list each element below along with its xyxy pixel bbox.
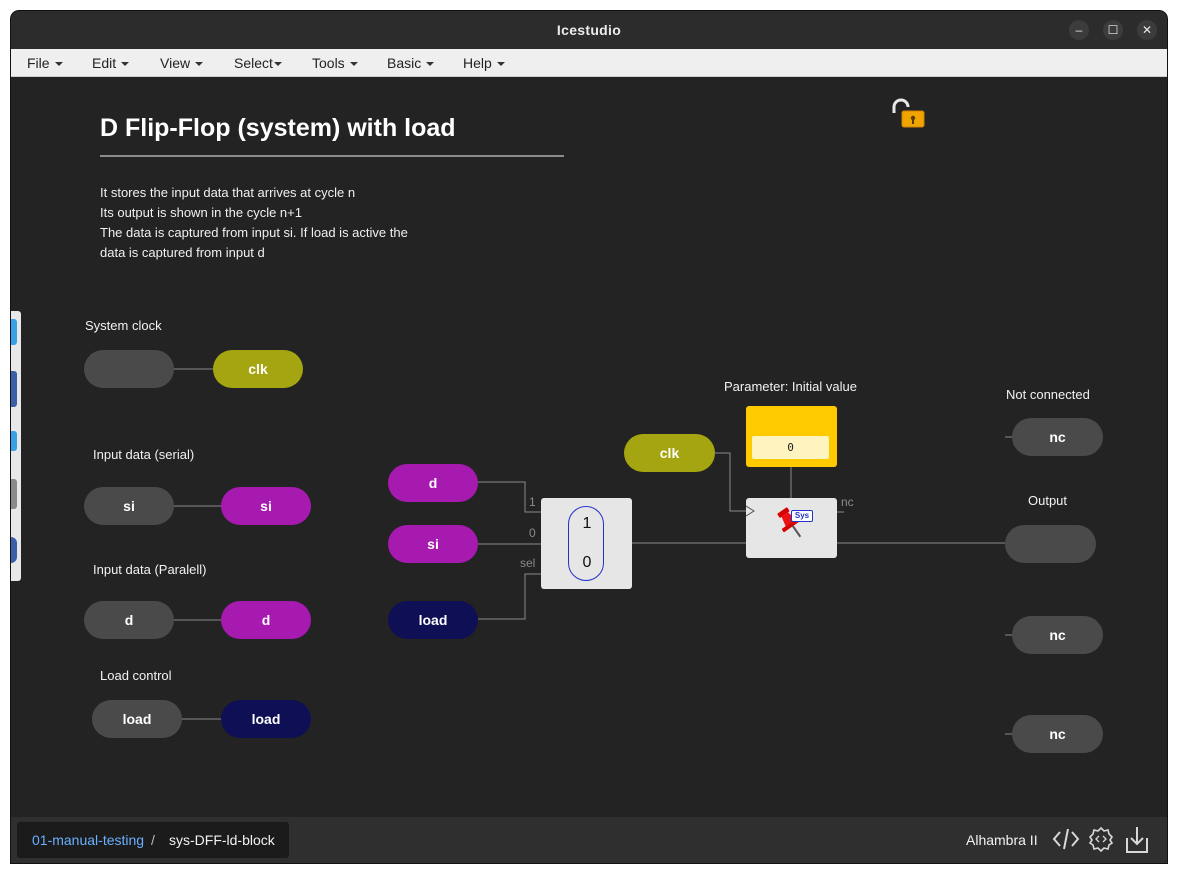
menu-select-label: Select [234,55,273,71]
clk-mid-block[interactable]: clk [624,434,715,472]
description-line-4: data is captured from input d [100,245,265,260]
mux-pin-0: 0 [529,526,536,540]
status-bar: 01-manual-testing / sys-DFF-ld-block Alh… [11,817,1167,863]
load-input-block[interactable]: load [92,700,182,738]
window-title: Icestudio [556,22,622,38]
description-line-2: Its output is shown in the cycle n+1 [100,205,302,220]
label-not-connected: Not connected [1006,387,1090,402]
d-mid-block[interactable]: d [388,464,478,502]
label-load-control: Load control [100,668,172,683]
chevron-down-icon [121,62,130,67]
chevron-down-icon [273,62,282,67]
heading-divider [100,155,564,157]
si-input-block[interactable]: si [84,487,174,525]
menu-help-label: Help [463,55,492,71]
menu-view[interactable]: View [160,55,204,71]
clk-label-block[interactable]: clk [213,350,303,388]
minimize-button[interactable]: – [1069,20,1089,40]
load-mid-block[interactable]: load [388,601,478,639]
nc-block-3[interactable]: nc [1012,715,1103,753]
description-line-3: The data is captured from input si. If l… [100,225,408,240]
menu-basic[interactable]: Basic [387,55,435,71]
chevron-down-icon [426,62,435,67]
clk-input-block[interactable] [84,350,174,388]
initial-value-input[interactable]: 0 [752,436,829,459]
menu-file[interactable]: File [27,55,63,71]
si-mid-block[interactable]: si [388,525,478,563]
menu-view-label: View [160,55,191,71]
sys-badge: Sys [791,510,813,522]
label-input-parallel: Input data (Paralell) [93,562,207,577]
title-bar: Icestudio – ☐ ✕ [11,11,1167,49]
chevron-down-icon [349,62,358,67]
load-label-block[interactable]: load [221,700,311,738]
board-selector[interactable]: Alhambra II [966,832,1038,848]
menu-file-label: File [27,55,50,71]
design-canvas[interactable]: D Flip-Flop (system) with load It stores… [11,77,1167,817]
mux-top-value: 1 [582,515,592,532]
drawer-icon-2 [11,371,17,407]
comment-heading: D Flip-Flop (system) with load [100,114,456,142]
mux-bottom-value: 0 [582,554,592,571]
description-line-1: It stores the input data that arrives at… [100,185,356,200]
chevron-down-icon [54,62,63,67]
label-output: Output [1028,493,1068,508]
menu-bar: File Edit View Select Tools Basic Help [11,49,1167,77]
maximize-button[interactable]: ☐ [1103,20,1123,40]
mux-pin-sel: sel [520,556,536,570]
dff-system-block[interactable]: Sys [746,498,837,558]
mux-block[interactable]: 1 0 [541,498,632,589]
mux-pin-1: 1 [529,495,536,509]
pushpin-icon [746,505,802,538]
drawer-icon-3 [11,431,17,451]
chevron-down-icon [195,62,204,67]
breadcrumb: 01-manual-testing / sys-DFF-ld-block [17,822,289,858]
nc-block-top[interactable]: nc [1012,418,1103,456]
mux-symbol: 1 0 [568,506,604,581]
lock-open-icon[interactable] [890,97,926,133]
drawer-icon-5 [11,537,17,563]
nc-block-2[interactable]: nc [1012,616,1103,654]
initial-value-parameter[interactable]: 0 [746,406,837,467]
close-button[interactable]: ✕ [1137,20,1157,40]
breadcrumb-separator: / [151,832,155,848]
d-input-block[interactable]: d [84,601,174,639]
side-drawer-tab[interactable] [11,311,21,581]
dff-nc-pin: nc [841,495,854,509]
d-label-block[interactable]: d [221,601,311,639]
breadcrumb-project[interactable]: 01-manual-testing [32,832,144,848]
settings-cog-icon[interactable] [1088,826,1114,852]
label-parameter: Parameter: Initial value [724,379,857,394]
menu-edit-label: Edit [92,55,117,71]
menu-edit[interactable]: Edit [92,55,130,71]
menu-select[interactable]: Select [234,55,282,71]
menu-tools[interactable]: Tools [312,55,358,71]
menu-help[interactable]: Help [463,55,505,71]
output-block[interactable] [1005,525,1096,563]
menu-tools-label: Tools [312,55,345,71]
menu-basic-label: Basic [387,55,422,71]
label-system-clock: System clock [85,318,162,333]
wire-clk-dff [715,452,746,512]
app-window: Icestudio – ☐ ✕ File Edit View Select To… [11,11,1167,863]
drawer-icon-1 [11,319,17,345]
drawer-icon-4 [11,479,17,509]
si-label-block[interactable]: si [221,487,311,525]
code-icon[interactable] [1052,826,1080,852]
chevron-down-icon [496,62,505,67]
download-icon[interactable] [1125,826,1149,854]
breadcrumb-current: sys-DFF-ld-block [169,832,275,848]
wire-load-sel [478,573,541,620]
label-input-serial: Input data (serial) [93,447,195,462]
